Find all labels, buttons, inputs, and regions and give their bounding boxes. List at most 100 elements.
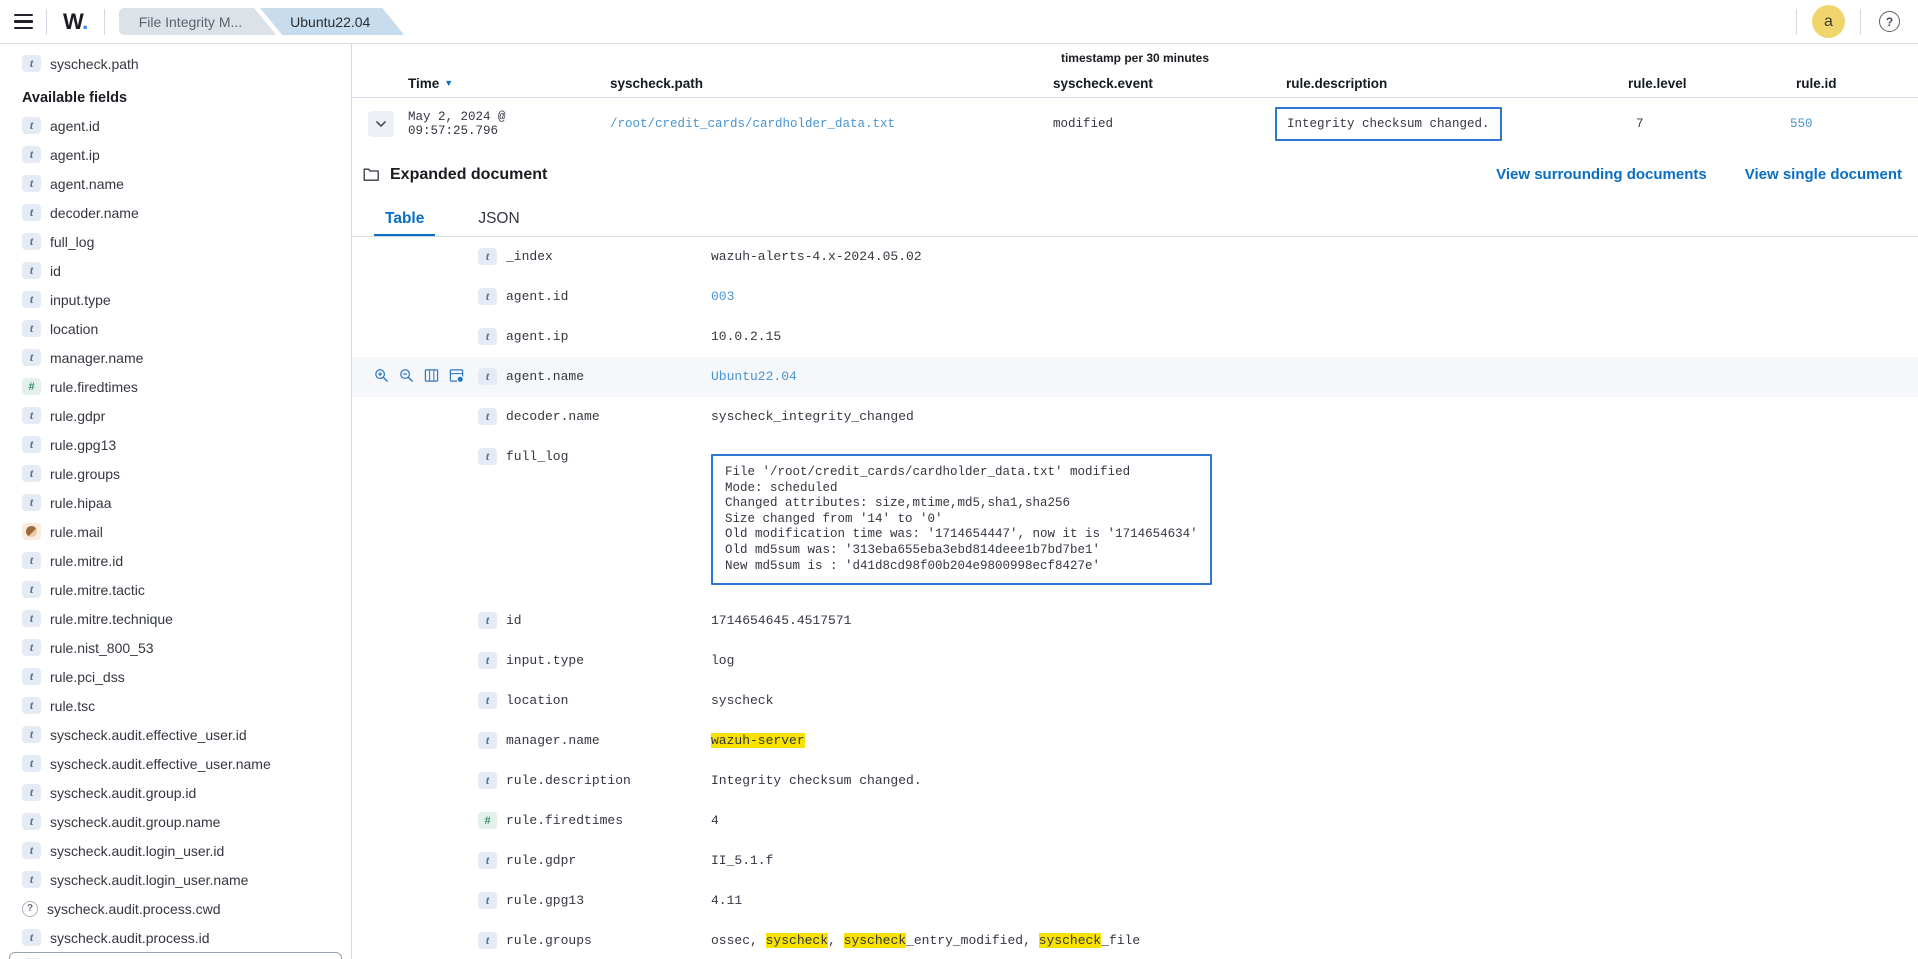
row-actions: [374, 317, 478, 328]
user-avatar[interactable]: a: [1812, 5, 1845, 38]
cell-syscheck-path-link[interactable]: /root/credit_cards/cardholder_data.txt: [610, 117, 895, 131]
discover-main: timestamp per 30 minutes Time ▼ syscheck…: [352, 44, 1918, 959]
row-actions: [374, 397, 478, 408]
filter-for-value-icon[interactable]: [374, 368, 389, 388]
sidebar-field-syscheck.audit.process.name[interactable]: tsyscheck.audit.process.name: [9, 952, 342, 959]
column-header-syscheck-event[interactable]: syscheck.event: [1045, 76, 1278, 91]
toggle-column-in-table-icon[interactable]: [424, 368, 439, 388]
field-type-string-icon: t: [22, 813, 41, 830]
field-type-string-icon: t: [22, 929, 41, 946]
sidebar-field-rule.mitre.id[interactable]: trule.mitre.id: [0, 546, 351, 575]
doc-field-row-_index: t_indexwazuh-alerts-4.x-2024.05.02: [352, 237, 1918, 277]
sidebar-field-rule.hipaa[interactable]: trule.hipaa: [0, 488, 351, 517]
sidebar-field-rule.mitre.technique[interactable]: trule.mitre.technique: [0, 604, 351, 633]
field-type-string-icon: t: [22, 320, 41, 337]
sidebar-field-rule.firedtimes[interactable]: #rule.firedtimes: [0, 372, 351, 401]
field-type-string-icon: t: [478, 288, 497, 305]
field-type-string-icon: t: [22, 465, 41, 482]
field-type-string-icon: t: [22, 842, 41, 859]
app-bar: W. File Integrity M... Ubuntu22.04 a ?: [0, 0, 1918, 44]
column-header-rule-id[interactable]: rule.id: [1772, 76, 1918, 91]
filter-out-value-icon[interactable]: [399, 368, 414, 388]
sidebar-field-rule.groups[interactable]: trule.groups: [0, 459, 351, 488]
sidebar-field-label: rule.gpg13: [50, 437, 116, 453]
sidebar-field-rule.nist_800_53[interactable]: trule.nist_800_53: [0, 633, 351, 662]
menu-hamburger-icon[interactable]: [0, 0, 46, 44]
sidebar-field-label: rule.mitre.tactic: [50, 582, 145, 598]
sidebar-field-syscheck.audit.login_user.id[interactable]: tsyscheck.audit.login_user.id: [0, 836, 351, 865]
sidebar-field-label: rule.mitre.technique: [50, 611, 173, 627]
column-header-syscheck-path[interactable]: syscheck.path: [602, 76, 1045, 91]
cell-rule-id-link[interactable]: 550: [1790, 117, 1813, 131]
doc-field-value: Integrity checksum changed.: [711, 761, 1918, 795]
column-header-rule-level[interactable]: rule.level: [1604, 76, 1772, 91]
row-actions: [374, 721, 478, 732]
filter-for-field-present-icon[interactable]: [449, 368, 464, 388]
sidebar-field-rule.pci_dss[interactable]: trule.pci_dss: [0, 662, 351, 691]
sidebar-field-input.type[interactable]: tinput.type: [0, 285, 351, 314]
selected-fields-list: tsyscheck.path: [0, 49, 351, 78]
doc-field-name: _index: [506, 237, 711, 265]
collapse-row-chevron-icon[interactable]: [368, 111, 394, 137]
sidebar-field-rule.mitre.tactic[interactable]: trule.mitre.tactic: [0, 575, 351, 604]
sidebar-field-agent.ip[interactable]: tagent.ip: [0, 140, 351, 169]
full-log-focused-box[interactable]: File '/root/credit_cards/cardholder_data…: [711, 454, 1212, 585]
field-type-string-icon: t: [478, 248, 497, 265]
sidebar-field-label: rule.mitre.id: [50, 553, 123, 569]
sidebar-field-decoder.name[interactable]: tdecoder.name: [0, 198, 351, 227]
breadcrumb-agent[interactable]: Ubuntu22.04: [260, 8, 404, 35]
wazuh-logo[interactable]: W.: [47, 9, 104, 35]
doc-field-row-rule.groups: trule.groupsossec, syscheck, syscheck_en…: [352, 921, 1918, 959]
sidebar-field-syscheck.audit.process.id[interactable]: tsyscheck.audit.process.id: [0, 923, 351, 952]
field-type-unknown-icon: ?: [22, 901, 38, 917]
sidebar-field-rule.mail[interactable]: rule.mail: [0, 517, 351, 546]
sidebar-field-label: full_log: [50, 234, 94, 250]
sidebar-field-label: syscheck.path: [50, 56, 139, 72]
column-header-rule-description[interactable]: rule.description: [1278, 76, 1604, 91]
doc-field-value[interactable]: Ubuntu22.04: [711, 357, 1918, 391]
tab-json[interactable]: JSON: [467, 203, 530, 236]
sidebar-field-label: rule.pci_dss: [50, 669, 125, 685]
sidebar-field-syscheck.path[interactable]: tsyscheck.path: [0, 49, 351, 78]
field-type-string-icon: t: [478, 892, 497, 909]
sidebar-field-id[interactable]: tid: [0, 256, 351, 285]
doc-field-value[interactable]: 003: [711, 277, 1918, 311]
column-header-time[interactable]: Time ▼: [400, 76, 602, 91]
highlighted-term: wazuh-server: [711, 733, 805, 748]
tab-table[interactable]: Table: [374, 203, 435, 236]
sidebar-field-manager.name[interactable]: tmanager.name: [0, 343, 351, 372]
sidebar-field-rule.tsc[interactable]: trule.tsc: [0, 691, 351, 720]
view-single-document-link[interactable]: View single document: [1745, 166, 1902, 183]
sidebar-field-syscheck.audit.group.name[interactable]: tsyscheck.audit.group.name: [0, 807, 351, 836]
sidebar-field-full_log[interactable]: t full_log: [0, 227, 351, 256]
highlighted-term: syscheck: [766, 933, 828, 948]
doc-detail-rows: t_indexwazuh-alerts-4.x-2024.05.02tagent…: [352, 237, 1918, 959]
field-type-string-icon: t: [478, 732, 497, 749]
cell-rule-description-focused[interactable]: Integrity checksum changed.: [1275, 107, 1502, 141]
field-type-string-icon: t: [22, 233, 41, 250]
doc-field-name: agent.name: [506, 357, 711, 385]
row-actions: [374, 801, 478, 812]
sidebar-field-agent.name[interactable]: tagent.name: [0, 169, 351, 198]
sidebar-field-syscheck.audit.login_user.name[interactable]: tsyscheck.audit.login_user.name: [0, 865, 351, 894]
view-surrounding-documents-link[interactable]: View surrounding documents: [1496, 166, 1707, 183]
sidebar-field-rule.gdpr[interactable]: trule.gdpr: [0, 401, 351, 430]
doc-field-row-manager.name: tmanager.namewazuh-server: [352, 721, 1918, 761]
sidebar-field-syscheck.audit.effective_user.id[interactable]: tsyscheck.audit.effective_user.id: [0, 720, 351, 749]
sidebar-field-rule.gpg13[interactable]: trule.gpg13: [0, 430, 351, 459]
doc-field-row-rule.description: trule.descriptionIntegrity checksum chan…: [352, 761, 1918, 801]
breadcrumb-file-integrity[interactable]: File Integrity M...: [119, 8, 276, 35]
doc-table-header: Time ▼ syscheck.path syscheck.event rule…: [352, 69, 1918, 98]
sidebar-field-location[interactable]: tlocation: [0, 314, 351, 343]
doc-field-name: rule.gpg13: [506, 881, 711, 909]
help-icon[interactable]: ?: [1879, 11, 1900, 32]
sort-desc-icon[interactable]: ▼: [444, 78, 453, 88]
sidebar-field-syscheck.audit.effective_user.name[interactable]: tsyscheck.audit.effective_user.name: [0, 749, 351, 778]
doc-field-name: full_log: [506, 437, 711, 465]
doc-field-value: 1714654645.4517571: [711, 601, 1918, 635]
sidebar-field-syscheck.audit.group.id[interactable]: tsyscheck.audit.group.id: [0, 778, 351, 807]
doc-field-row-decoder.name: tdecoder.namesyscheck_integrity_changed: [352, 397, 1918, 437]
sidebar-field-syscheck.audit.process.cwd[interactable]: ?syscheck.audit.process.cwd: [0, 894, 351, 923]
sidebar-field-agent.id[interactable]: tagent.id: [0, 111, 351, 140]
doc-field-row-rule.firedtimes: #rule.firedtimes4: [352, 801, 1918, 841]
